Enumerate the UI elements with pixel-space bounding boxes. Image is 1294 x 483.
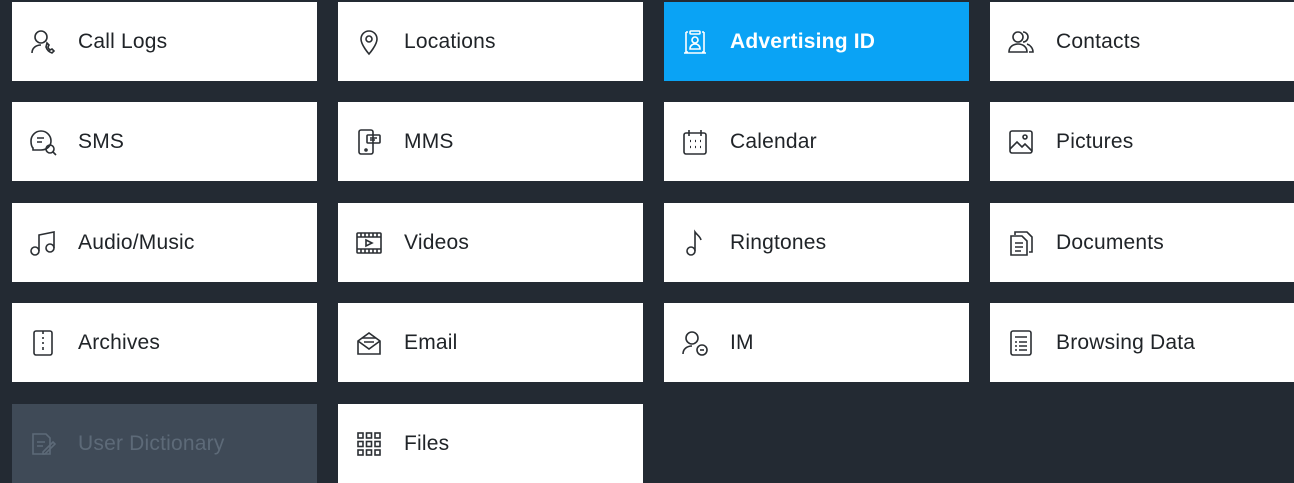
tile-mms[interactable]: MMS (338, 102, 643, 181)
tile-user-dictionary: User Dictionary (12, 404, 317, 483)
browsing-data-icon (1006, 328, 1036, 358)
tile-label: Archives (78, 330, 161, 354)
tile-audio-music[interactable]: Audio/Music (12, 203, 317, 282)
tile-documents[interactable]: Documents (990, 203, 1294, 282)
call-logs-icon (28, 27, 58, 57)
tile-contacts[interactable]: Contacts (990, 2, 1294, 81)
tile-label: Calendar (730, 129, 817, 153)
tile-label: MMS (404, 129, 454, 153)
email-envelope-icon (354, 328, 384, 358)
tile-label: Audio/Music (78, 230, 195, 254)
sms-icon (28, 127, 58, 157)
tile-label: Ringtones (730, 230, 827, 254)
tile-label: Documents (1056, 230, 1165, 254)
tile-calendar[interactable]: Calendar (664, 102, 969, 181)
tile-files[interactable]: Files (338, 404, 643, 483)
pictures-icon (1006, 127, 1036, 157)
video-film-icon (354, 228, 384, 258)
tile-archives[interactable]: Archives (12, 303, 317, 382)
tile-label: Locations (404, 29, 496, 53)
instant-message-icon (680, 328, 710, 358)
advertising-id-icon (680, 27, 710, 57)
tile-label: Files (404, 431, 450, 455)
tile-label: Email (404, 330, 458, 354)
archive-icon (28, 328, 58, 358)
data-category-grid: Call Logs Locations Advertising ID Conta… (0, 0, 1294, 483)
tile-label: IM (730, 330, 754, 354)
tile-label: SMS (78, 129, 125, 153)
tile-videos[interactable]: Videos (338, 203, 643, 282)
ringtone-note-icon (680, 228, 710, 258)
tile-label: Call Logs (78, 29, 168, 53)
tile-call-logs[interactable]: Call Logs (12, 2, 317, 81)
tile-label: Browsing Data (1056, 330, 1196, 354)
contacts-icon (1006, 27, 1036, 57)
music-note-icon (28, 228, 58, 258)
tile-im[interactable]: IM (664, 303, 969, 382)
mms-icon (354, 127, 384, 157)
tile-browsing-data[interactable]: Browsing Data (990, 303, 1294, 382)
tile-locations[interactable]: Locations (338, 2, 643, 81)
tile-email[interactable]: Email (338, 303, 643, 382)
tile-label: Contacts (1056, 29, 1141, 53)
location-pin-icon (354, 27, 384, 57)
tile-label: Videos (404, 230, 470, 254)
documents-icon (1006, 228, 1036, 258)
tile-label: Pictures (1056, 129, 1134, 153)
files-grid-icon (354, 429, 384, 459)
tile-pictures[interactable]: Pictures (990, 102, 1294, 181)
tile-label: Advertising ID (730, 29, 876, 53)
user-dictionary-icon (28, 429, 58, 459)
tile-advertising-id[interactable]: Advertising ID (664, 2, 969, 81)
tile-sms[interactable]: SMS (12, 102, 317, 181)
tile-label: User Dictionary (78, 431, 225, 455)
tile-ringtones[interactable]: Ringtones (664, 203, 969, 282)
calendar-icon (680, 127, 710, 157)
